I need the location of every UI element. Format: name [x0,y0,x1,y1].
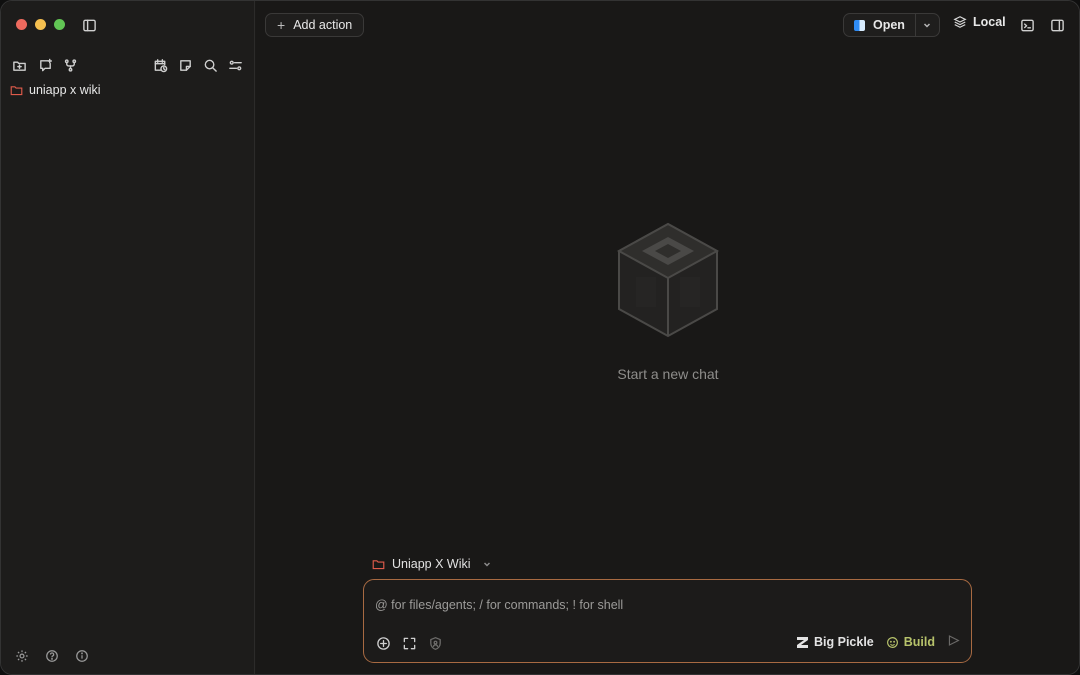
open-button[interactable]: Open [844,14,915,36]
settings-icon[interactable] [14,648,30,664]
local-button[interactable]: Local [953,15,1006,29]
new-chat-icon[interactable] [35,55,55,75]
model-label: Big Pickle [814,635,874,649]
sidebar-project-item[interactable]: uniapp x wiki [10,83,101,97]
minimize-window-button[interactable] [35,19,46,30]
empty-state: Start a new chat [566,221,770,382]
zoom-window-button[interactable] [54,19,65,30]
agent-selector[interactable]: Build [886,635,935,649]
search-icon[interactable] [200,55,220,75]
attach-icon[interactable] [375,635,391,651]
open-button-group: Open [843,13,940,37]
terminal-icon[interactable] [1017,15,1037,35]
folder-icon [372,559,385,569]
open-options-button[interactable] [914,14,939,36]
main-panel: + Add action Open Local Start a new chat… [256,1,1079,674]
project-picker-label: Uniapp X Wiki [392,557,471,571]
agent-icon [886,636,898,648]
composer-tools [375,635,443,651]
plus-icon: + [277,17,286,33]
filter-icon[interactable] [225,55,245,75]
shield-icon[interactable] [427,635,443,651]
agent-label: Build [903,635,935,649]
close-window-button[interactable] [16,19,27,30]
project-picker[interactable]: Uniapp X Wiki [372,557,492,571]
composer: Big Pickle Build [363,579,972,663]
add-action-button[interactable]: + Add action [265,13,365,37]
empty-state-label: Start a new chat [617,366,719,382]
info-icon[interactable] [74,648,90,664]
project-label: uniapp x wiki [29,83,101,97]
chevron-down-icon [924,23,931,28]
sidebar-footer [14,648,90,664]
model-logo-icon [797,636,808,648]
toggle-sidebar-icon[interactable] [79,15,99,35]
calendar-clock-icon[interactable] [150,55,170,75]
composer-right: Big Pickle Build [797,634,960,650]
folder-icon [10,85,23,95]
local-label: Local [973,15,1006,29]
open-label: Open [873,18,905,32]
sidebar: uniapp x wiki [1,1,255,674]
message-input[interactable] [375,595,955,615]
send-icon [948,635,960,646]
expand-icon[interactable] [401,635,417,651]
chevron-down-icon [483,562,490,567]
model-selector[interactable]: Big Pickle [797,635,874,649]
app-window: uniapp x wiki + Add action Open Local St… [0,0,1080,675]
new-folder-icon[interactable] [9,55,29,75]
help-icon[interactable] [44,648,60,664]
toggle-right-panel-icon[interactable] [1047,15,1067,35]
send-button[interactable] [947,634,960,650]
add-action-label: Add action [293,18,353,32]
branch-icon[interactable] [60,55,80,75]
cube-logo-icon [616,222,720,338]
note-icon[interactable] [175,55,195,75]
finder-icon [854,19,865,31]
window-controls [16,19,65,30]
layers-icon [953,16,967,28]
